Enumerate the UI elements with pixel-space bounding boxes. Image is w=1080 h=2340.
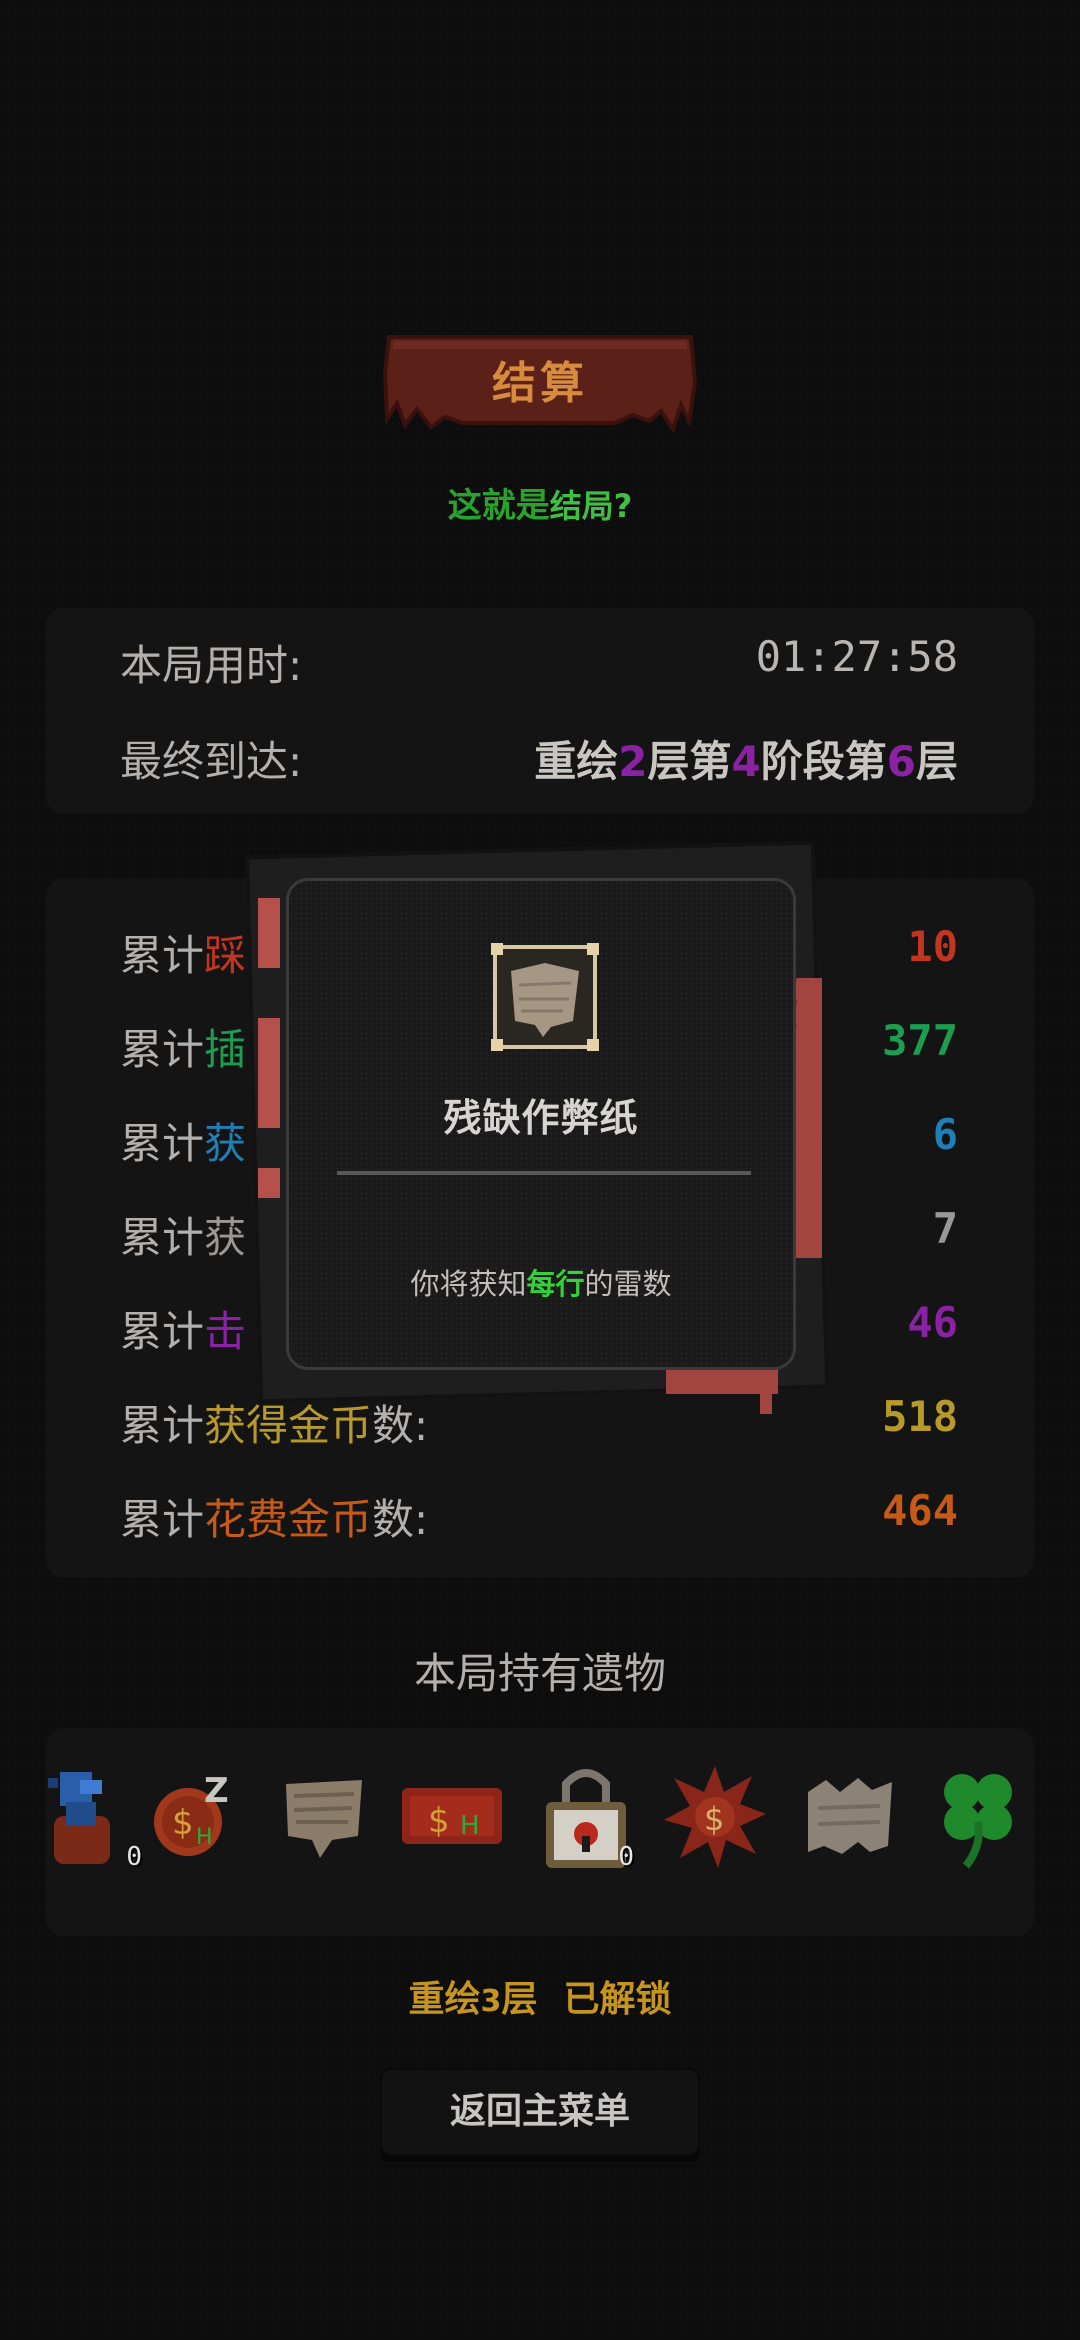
- stat-value: 46: [907, 1298, 958, 1347]
- reached-row: 最终到达: 重绘2层第4阶段第6层: [120, 728, 958, 788]
- stat-label: 累计插: [120, 1025, 247, 1074]
- subtitle-part2: 结局?: [549, 487, 633, 525]
- stat-value: 518: [882, 1392, 958, 1441]
- reached-value: 重绘2层第4阶段第6层: [534, 737, 958, 786]
- relics-title: 本局持有遗物: [413, 1649, 666, 1698]
- reached-label: 最终到达:: [120, 737, 303, 786]
- time-row: 本局用时: 01:27:58: [120, 632, 958, 692]
- time-label: 本局用时:: [120, 641, 303, 690]
- time-value: 01:27:58: [755, 632, 958, 681]
- stat-value: 6: [932, 1110, 958, 1159]
- blue-bird-relic-icon[interactable]: 0: [44, 1762, 144, 1872]
- svg-text:$: $: [704, 1800, 724, 1838]
- stat-label: 累计踩: [120, 931, 247, 980]
- subtitle: 这就是结局?: [0, 478, 1080, 527]
- title-banner: 结算: [383, 333, 697, 433]
- subtitle-part1: 这就是: [447, 486, 550, 526]
- item-popup[interactable]: 残缺作弊纸 你将获知每行的雷数: [244, 840, 832, 1414]
- page-title: 结算: [492, 358, 588, 409]
- tape-bottom: [666, 1368, 778, 1414]
- svg-text:$: $: [428, 1801, 450, 1841]
- stat-label: 累计击: [120, 1307, 247, 1356]
- relic-count: 0: [618, 1842, 634, 1872]
- relic-count: 0: [126, 1842, 142, 1872]
- stat-value: 10: [907, 922, 958, 971]
- unlock-suffix: 层: [501, 1979, 538, 2020]
- padlock-relic-icon[interactable]: 0: [536, 1762, 636, 1872]
- stat-label: 累计获: [120, 1213, 247, 1262]
- unlock-level: 3: [480, 1984, 502, 2019]
- unlock-name: 重绘: [408, 1979, 481, 2020]
- popup-card: 残缺作弊纸 你将获知每行的雷数: [286, 878, 796, 1370]
- svg-text:H: H: [460, 1811, 480, 1841]
- four-leaf-clover-relic-icon[interactable]: [928, 1762, 1028, 1872]
- stat-row: 累计花费金币数: 464: [120, 1486, 958, 1546]
- stat-label: 累计花费金币数:: [120, 1495, 429, 1544]
- parchment-relic-icon[interactable]: [274, 1762, 374, 1872]
- item-description: 你将获知每行的雷数: [410, 1267, 672, 1301]
- unlock-status: 已解锁: [563, 1979, 672, 2020]
- cheat-paper-icon: [491, 943, 599, 1051]
- stat-label: 累计获: [120, 1119, 247, 1168]
- explosion-coin-relic-icon[interactable]: $: [660, 1762, 766, 1872]
- svg-text:$: $: [172, 1803, 194, 1843]
- item-name: 残缺作弊纸: [443, 1096, 639, 1140]
- sleep-coin-relic-icon[interactable]: $ Z H: [146, 1762, 246, 1872]
- unlock-notice: 重绘3层 已解锁: [0, 1970, 1080, 2022]
- torn-paper-relic-icon[interactable]: [800, 1762, 900, 1872]
- return-main-menu-button[interactable]: 返回主菜单: [380, 2068, 700, 2156]
- svg-text:Z: Z: [204, 1771, 229, 1811]
- ticket-relic-icon[interactable]: $ H: [398, 1762, 502, 1872]
- stat-value: 464: [882, 1486, 958, 1535]
- stat-value: 7: [932, 1204, 958, 1253]
- popup-divider: [337, 1171, 751, 1175]
- svg-text:H: H: [196, 1825, 213, 1850]
- stat-value: 377: [882, 1016, 958, 1065]
